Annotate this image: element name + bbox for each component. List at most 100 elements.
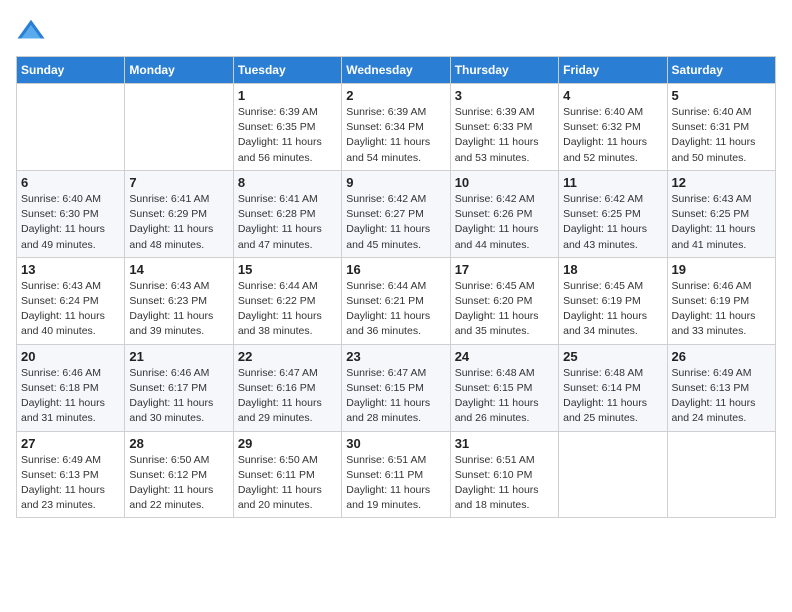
calendar-cell: 16Sunrise: 6:44 AMSunset: 6:21 PMDayligh…	[342, 257, 450, 344]
calendar-day-header: Tuesday	[233, 57, 341, 84]
day-number: 18	[563, 262, 662, 277]
calendar-cell: 13 Sunrise: 6:43 AMSunset: 6:24 PMDayligh…	[17, 257, 125, 344]
calendar-cell: 1Sunrise: 6:39 AMSunset: 6:35 PMDaylight…	[233, 84, 341, 171]
day-info: Sunrise: 6:49 AMSunset: 6:13 PMDaylight:…	[672, 366, 771, 427]
calendar-cell: 21Sunrise: 6:46 AMSunset: 6:17 PMDayligh…	[125, 344, 233, 431]
calendar-cell: 23 Sunrise: 6:47 AMSunset: 6:15 PMDayligh…	[342, 344, 450, 431]
day-number: 10	[455, 175, 554, 190]
day-info: Sunrise: 6:41 AMSunset: 6:28 PMDaylight:…	[238, 192, 337, 253]
day-info: Sunrise: 6:42 AMSunset: 6:25 PMDaylight:…	[563, 192, 662, 253]
calendar-cell: 22Sunrise: 6:47 AMSunset: 6:16 PMDayligh…	[233, 344, 341, 431]
calendar-cell: 30 Sunrise: 6:51 AMSunset: 6:11 PMDayligh…	[342, 431, 450, 518]
calendar-cell: 12 Sunrise: 6:43 AMSunset: 6:25 PMDayligh…	[667, 170, 775, 257]
day-info: Sunrise: 6:43 AMSunset: 6:25 PMDaylight:…	[672, 192, 771, 253]
calendar-cell: 26 Sunrise: 6:49 AMSunset: 6:13 PMDayligh…	[667, 344, 775, 431]
calendar-cell: 28 Sunrise: 6:50 AMSunset: 6:12 PMDayligh…	[125, 431, 233, 518]
day-number: 8	[238, 175, 337, 190]
day-info: Sunrise: 6:40 AMSunset: 6:31 PMDaylight:…	[672, 105, 771, 166]
calendar-week-row: 6 Sunrise: 6:40 AMSunset: 6:30 PMDaylight…	[17, 170, 776, 257]
day-info: Sunrise: 6:48 AMSunset: 6:14 PMDaylight:…	[563, 366, 662, 427]
calendar-cell: 14 Sunrise: 6:43 AMSunset: 6:23 PMDayligh…	[125, 257, 233, 344]
calendar-cell: 6 Sunrise: 6:40 AMSunset: 6:30 PMDaylight…	[17, 170, 125, 257]
day-info: Sunrise: 6:39 AMSunset: 6:33 PMDaylight:…	[455, 105, 554, 166]
day-number: 30	[346, 436, 445, 451]
day-number: 21	[129, 349, 228, 364]
calendar-cell: 3 Sunrise: 6:39 AMSunset: 6:33 PMDaylight…	[450, 84, 558, 171]
day-info: Sunrise: 6:50 AMSunset: 6:11 PMDaylight:…	[238, 453, 337, 514]
calendar-cell: 29 Sunrise: 6:50 AMSunset: 6:11 PMDayligh…	[233, 431, 341, 518]
day-number: 20	[21, 349, 120, 364]
day-info: Sunrise: 6:47 AMSunset: 6:15 PMDaylight:…	[346, 366, 445, 427]
calendar-cell: 8 Sunrise: 6:41 AMSunset: 6:28 PMDaylight…	[233, 170, 341, 257]
day-number: 29	[238, 436, 337, 451]
day-info: Sunrise: 6:51 AMSunset: 6:11 PMDaylight:…	[346, 453, 445, 514]
page-header	[16, 16, 776, 46]
day-number: 28	[129, 436, 228, 451]
calendar-week-row: 1Sunrise: 6:39 AMSunset: 6:35 PMDaylight…	[17, 84, 776, 171]
logo-icon	[16, 16, 46, 46]
calendar-cell	[17, 84, 125, 171]
calendar-cell: 7 Sunrise: 6:41 AMSunset: 6:29 PMDaylight…	[125, 170, 233, 257]
calendar-cell: 24 Sunrise: 6:48 AMSunset: 6:15 PMDayligh…	[450, 344, 558, 431]
day-info: Sunrise: 6:42 AMSunset: 6:27 PMDaylight:…	[346, 192, 445, 253]
calendar-cell: 10 Sunrise: 6:42 AMSunset: 6:26 PMDayligh…	[450, 170, 558, 257]
calendar-week-row: 13 Sunrise: 6:43 AMSunset: 6:24 PMDayligh…	[17, 257, 776, 344]
day-info: Sunrise: 6:39 AMSunset: 6:35 PMDaylight:…	[238, 105, 337, 166]
calendar-cell: 19 Sunrise: 6:46 AMSunset: 6:19 PMDayligh…	[667, 257, 775, 344]
calendar-day-header: Thursday	[450, 57, 558, 84]
calendar-header-row: SundayMondayTuesdayWednesdayThursdayFrid…	[17, 57, 776, 84]
day-number: 24	[455, 349, 554, 364]
calendar-cell: 20 Sunrise: 6:46 AMSunset: 6:18 PMDayligh…	[17, 344, 125, 431]
day-info: Sunrise: 6:39 AMSunset: 6:34 PMDaylight:…	[346, 105, 445, 166]
day-info: Sunrise: 6:41 AMSunset: 6:29 PMDaylight:…	[129, 192, 228, 253]
calendar-cell	[559, 431, 667, 518]
day-number: 7	[129, 175, 228, 190]
day-number: 6	[21, 175, 120, 190]
day-info: Sunrise: 6:40 AMSunset: 6:30 PMDaylight:…	[21, 192, 120, 253]
day-number: 12	[672, 175, 771, 190]
calendar-day-header: Wednesday	[342, 57, 450, 84]
calendar-cell: 18 Sunrise: 6:45 AMSunset: 6:19 PMDayligh…	[559, 257, 667, 344]
day-info: Sunrise: 6:44 AMSunset: 6:22 PMDaylight:…	[238, 279, 337, 340]
day-info: Sunrise: 6:42 AMSunset: 6:26 PMDaylight:…	[455, 192, 554, 253]
calendar-cell: 4 Sunrise: 6:40 AMSunset: 6:32 PMDaylight…	[559, 84, 667, 171]
day-number: 27	[21, 436, 120, 451]
day-number: 4	[563, 88, 662, 103]
day-number: 13	[21, 262, 120, 277]
day-number: 9	[346, 175, 445, 190]
calendar-cell: 27Sunrise: 6:49 AMSunset: 6:13 PMDayligh…	[17, 431, 125, 518]
day-number: 11	[563, 175, 662, 190]
day-number: 17	[455, 262, 554, 277]
calendar-cell: 5Sunrise: 6:40 AMSunset: 6:31 PMDaylight…	[667, 84, 775, 171]
day-info: Sunrise: 6:45 AMSunset: 6:19 PMDaylight:…	[563, 279, 662, 340]
calendar-cell	[667, 431, 775, 518]
day-number: 23	[346, 349, 445, 364]
calendar-day-header: Friday	[559, 57, 667, 84]
day-number: 3	[455, 88, 554, 103]
day-info: Sunrise: 6:46 AMSunset: 6:18 PMDaylight:…	[21, 366, 120, 427]
calendar-cell: 15 Sunrise: 6:44 AMSunset: 6:22 PMDayligh…	[233, 257, 341, 344]
calendar-cell	[125, 84, 233, 171]
day-number: 25	[563, 349, 662, 364]
day-number: 31	[455, 436, 554, 451]
day-info: Sunrise: 6:43 AMSunset: 6:23 PMDaylight:…	[129, 279, 228, 340]
day-info: Sunrise: 6:43 AMSunset: 6:24 PMDaylight:…	[21, 279, 120, 340]
day-number: 26	[672, 349, 771, 364]
day-number: 2	[346, 88, 445, 103]
calendar-cell: 17Sunrise: 6:45 AMSunset: 6:20 PMDayligh…	[450, 257, 558, 344]
day-info: Sunrise: 6:46 AMSunset: 6:19 PMDaylight:…	[672, 279, 771, 340]
day-number: 14	[129, 262, 228, 277]
calendar-day-header: Sunday	[17, 57, 125, 84]
day-info: Sunrise: 6:51 AMSunset: 6:10 PMDaylight:…	[455, 453, 554, 514]
calendar-cell: 31 Sunrise: 6:51 AMSunset: 6:10 PMDayligh…	[450, 431, 558, 518]
calendar-week-row: 20 Sunrise: 6:46 AMSunset: 6:18 PMDayligh…	[17, 344, 776, 431]
calendar-cell: 2 Sunrise: 6:39 AMSunset: 6:34 PMDaylight…	[342, 84, 450, 171]
day-info: Sunrise: 6:48 AMSunset: 6:15 PMDaylight:…	[455, 366, 554, 427]
day-info: Sunrise: 6:40 AMSunset: 6:32 PMDaylight:…	[563, 105, 662, 166]
day-info: Sunrise: 6:47 AMSunset: 6:16 PMDaylight:…	[238, 366, 337, 427]
day-number: 15	[238, 262, 337, 277]
calendar-day-header: Monday	[125, 57, 233, 84]
calendar: SundayMondayTuesdayWednesdayThursdayFrid…	[16, 56, 776, 518]
day-info: Sunrise: 6:50 AMSunset: 6:12 PMDaylight:…	[129, 453, 228, 514]
day-number: 19	[672, 262, 771, 277]
